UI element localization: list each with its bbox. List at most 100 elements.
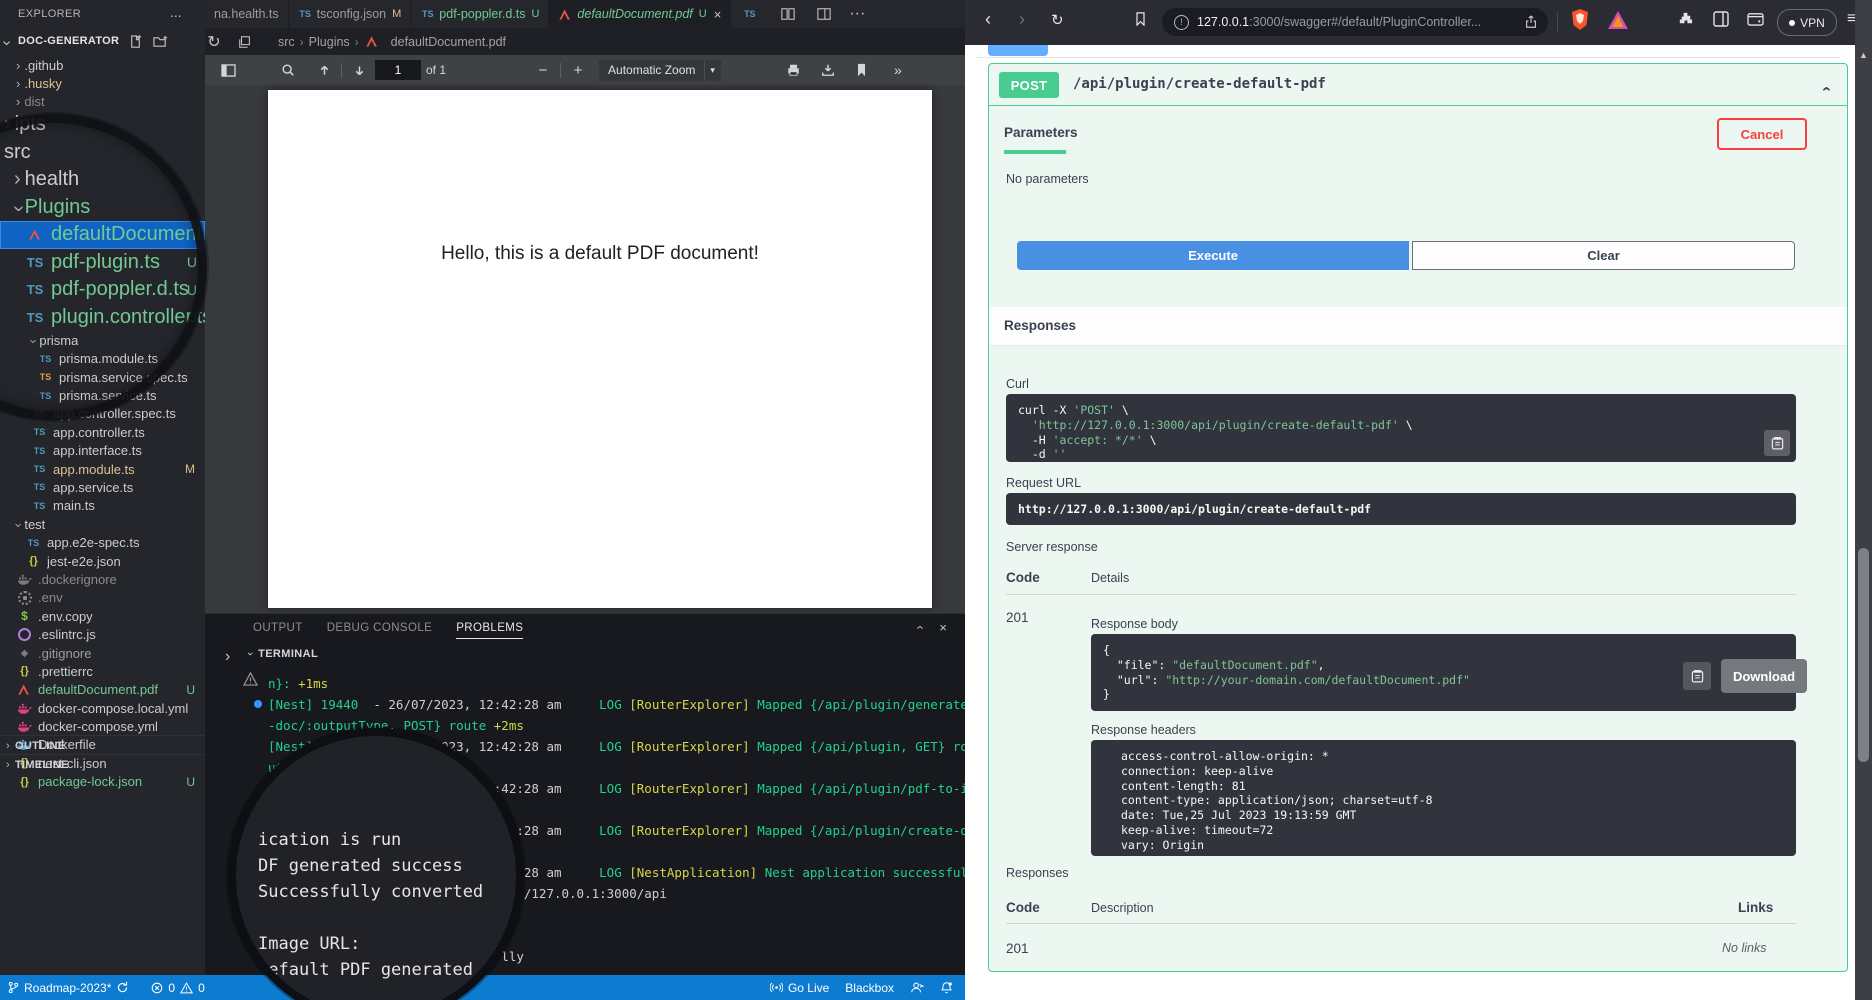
page-number-input[interactable] (375, 60, 421, 80)
zoom-in-icon[interactable]: + (567, 59, 589, 81)
file-row[interactable]: {}package-lock.jsonU (0, 773, 205, 791)
file-row[interactable]: TSpdf-poppler.d.tsU (0, 276, 205, 304)
url-bar[interactable]: ! 127.0.0.1:3000/swagger#/default/Plugin… (1162, 8, 1548, 36)
site-info-icon[interactable]: ! (1174, 15, 1189, 30)
branch-indicator[interactable]: Roadmap-2023* (8, 981, 129, 995)
reload-icon[interactable]: ↻ (1051, 11, 1064, 29)
sync-icon[interactable] (116, 981, 129, 994)
file-row[interactable]: TSmain.ts (0, 497, 205, 515)
print-icon[interactable] (783, 59, 805, 81)
panel-close-icon[interactable]: × (939, 620, 947, 635)
problems-indicator[interactable]: 0 0 (151, 981, 204, 995)
zoom-select[interactable]: Automatic Zoom ▾ (599, 60, 721, 81)
extension-triangle-icon[interactable] (1607, 10, 1629, 30)
vpn-button[interactable]: VPN (1777, 9, 1837, 36)
editor-tab[interactable]: TSpdf-poppler.d.tsU (411, 0, 549, 28)
refresh-icon[interactable]: ↻ (203, 31, 225, 53)
bell-icon[interactable] (940, 981, 953, 995)
collapse-chevron-icon[interactable]: › (1817, 86, 1835, 91)
copy-icon[interactable] (1764, 430, 1790, 456)
file-row[interactable]: ›.github (0, 56, 205, 74)
new-folder-icon[interactable] (153, 34, 171, 52)
project-header[interactable]: › DOC-GENERATOR (0, 30, 205, 54)
file-row[interactable]: TSprisma.module.ts (0, 350, 205, 368)
sidebar-toggle-icon[interactable] (1713, 11, 1729, 27)
file-row[interactable]: TSapp.service.ts (0, 478, 205, 496)
curl-command[interactable]: curl -X 'POST' \ 'http://127.0.0.1:3000/… (1006, 394, 1796, 462)
new-file-icon[interactable] (128, 34, 146, 52)
editor-tab[interactable]: na.health.ts (205, 0, 289, 28)
file-row[interactable]: TSpdf-plugin.tsU (0, 249, 205, 277)
opblock-header[interactable]: POST /api/plugin/create-default-pdf › (989, 64, 1847, 106)
collapse-folders-icon[interactable] (234, 31, 256, 53)
toggle-sidebar-icon[interactable] (217, 59, 239, 81)
file-row[interactable]: TSapp.module.tsM (0, 460, 205, 478)
panel-tab-debug-console[interactable]: DEBUG CONSOLE (327, 622, 433, 639)
file-row[interactable]: src (0, 139, 205, 167)
file-row[interactable]: docker-compose.local.yml (0, 699, 205, 717)
panel-tab-problems[interactable]: PROBLEMS (456, 622, 523, 639)
search-icon[interactable] (277, 59, 299, 81)
execute-button[interactable]: Execute (1017, 241, 1409, 270)
clear-button[interactable]: Clear (1412, 241, 1795, 270)
file-row[interactable]: TSprisma.service.spec.ts (0, 368, 205, 386)
toolbar-more-icon[interactable]: » (887, 59, 909, 81)
file-row[interactable]: ›Plugins (0, 194, 205, 222)
forward-icon[interactable]: › (1019, 9, 1025, 30)
breadcrumb-item[interactable]: Plugins (309, 35, 350, 49)
bookmark-icon[interactable] (851, 59, 873, 81)
brave-shield-icon[interactable] (1570, 8, 1590, 32)
previous-page-icon[interactable] (313, 59, 335, 81)
scrollbar[interactable]: ▲ (1855, 0, 1872, 1000)
sidebar-section-outline[interactable]: › OUTLINE (0, 735, 205, 755)
file-row[interactable]: .dockerignore (0, 570, 205, 588)
split-editor-icon[interactable] (777, 3, 799, 25)
breadcrumb-item[interactable]: src (278, 35, 295, 49)
file-row[interactable]: ›test (0, 515, 205, 533)
file-row[interactable]: TSapp.interface.ts (0, 442, 205, 460)
file-row[interactable]: ›.husky (0, 74, 205, 92)
extensions-puzzle-icon[interactable] (1677, 11, 1694, 28)
sidebar-section-timeline[interactable]: › TIMELINE (0, 754, 205, 774)
file-row[interactable]: defaultDocument.pdfU (0, 681, 205, 699)
file-row[interactable]: defaultDocument.pdf (0, 221, 205, 249)
breadcrumb[interactable]: src › Plugins › defaultDocument.pdf (278, 35, 506, 49)
editor-tab[interactable]: TStsconfig.jsonM (289, 0, 412, 28)
next-page-icon[interactable] (348, 59, 370, 81)
panel-maximize-icon[interactable]: › (225, 648, 230, 666)
go-live-button[interactable]: Go Live (770, 981, 829, 995)
file-row[interactable]: ›health (0, 166, 205, 194)
scrollbar-thumb[interactable] (1858, 548, 1869, 762)
file-row[interactable]: .eslintrc.js (0, 625, 205, 643)
file-row[interactable]: TSapp.e2e-spec.ts (0, 533, 205, 551)
editor-tab[interactable]: defaultDocument.pdfU× (549, 0, 731, 28)
file-row[interactable]: TSapp.controller.ts (0, 423, 205, 441)
file-row[interactable]: {}jest-e2e.json (0, 552, 205, 570)
copy-icon[interactable] (1683, 662, 1711, 690)
blackbox-button[interactable]: Blackbox (845, 981, 894, 995)
download-icon[interactable] (817, 59, 839, 81)
more-actions-icon[interactable]: ··· (849, 5, 865, 23)
wallet-icon[interactable] (1747, 11, 1764, 26)
breadcrumb-item[interactable]: defaultDocument.pdf (391, 35, 506, 49)
share-icon[interactable] (1524, 15, 1538, 29)
zoom-out-icon[interactable]: − (532, 59, 554, 81)
panel-tab-output[interactable]: OUTPUT (253, 622, 303, 639)
explorer-more-icon[interactable]: ... (170, 4, 182, 20)
layout-icon[interactable] (813, 3, 835, 25)
file-row[interactable]: docker-compose.yml (0, 717, 205, 735)
terminal-header[interactable]: › TERMINAL (248, 648, 318, 660)
file-row[interactable]: ◆.gitignore (0, 644, 205, 662)
back-icon[interactable]: ‹ (985, 9, 991, 30)
file-row[interactable]: $.env.copy (0, 607, 205, 625)
file-row[interactable]: .env (0, 589, 205, 607)
file-row[interactable]: {}.prettierrc (0, 662, 205, 680)
file-row[interactable]: TSapp.controller.spec.ts (0, 405, 205, 423)
file-row[interactable]: TSplugin.controller.tsU (0, 304, 205, 332)
file-row[interactable]: ›ipts (0, 111, 205, 139)
cancel-button[interactable]: Cancel (1717, 118, 1807, 150)
panel-collapse-icon[interactable]: › (912, 625, 927, 629)
bookmark-icon[interactable] (1135, 12, 1146, 26)
account-icon[interactable] (910, 981, 924, 994)
file-row[interactable]: ›prisma (0, 331, 205, 349)
